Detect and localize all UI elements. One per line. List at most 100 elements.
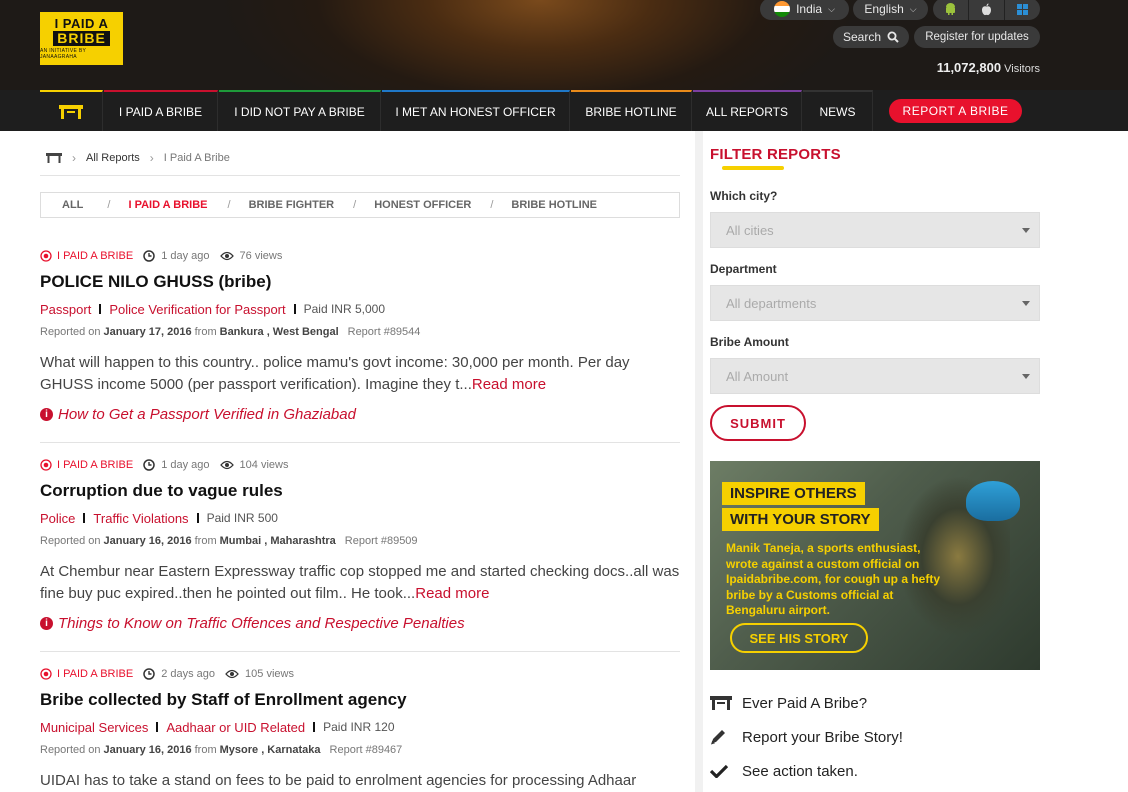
- report-id: Report #89544: [347, 326, 421, 338]
- clock-icon: [143, 459, 155, 471]
- tab-bribe-fighter[interactable]: BRIBE FIGHTER: [249, 199, 335, 211]
- report-category[interactable]: I PAID A BRIBE: [57, 668, 133, 680]
- tab-honest-officer[interactable]: HONEST OFFICER: [374, 199, 471, 211]
- bribe-amount-select[interactable]: All Amount: [710, 358, 1040, 394]
- checkmark-icon: [710, 764, 728, 778]
- caret-down-icon: [1022, 228, 1030, 233]
- report-divider: [40, 442, 680, 443]
- home-icon[interactable]: [46, 152, 62, 163]
- breadcrumb-all-reports[interactable]: All Reports: [86, 152, 140, 164]
- chevron-right-icon: ›: [72, 150, 76, 165]
- logo-tagline: AN INITIATIVE BY JANAAGRAHA: [40, 48, 87, 60]
- report-category[interactable]: I PAID A BRIBE: [57, 250, 133, 262]
- tab-all[interactable]: ALL: [62, 199, 83, 211]
- from-label: from: [194, 535, 217, 547]
- tab-bribe-hotline[interactable]: BRIBE HOTLINE: [511, 199, 597, 211]
- site-header: I PAID A BRIBE AN INITIATIVE BY JANAAGRA…: [0, 0, 1128, 90]
- report-title[interactable]: POLICE NILO GHUSS (bribe): [40, 272, 680, 292]
- site-logo[interactable]: I PAID A BRIBE AN INITIATIVE BY JANAAGRA…: [40, 12, 123, 65]
- report-excerpt-text: UIDAI has to take a stand on fees to be …: [40, 772, 637, 789]
- guide-link[interactable]: i Things to Know on Traffic Offences and…: [40, 615, 680, 632]
- search-button[interactable]: Search: [833, 26, 909, 48]
- clock-icon: [143, 668, 155, 680]
- cta-ever-paid[interactable]: Ever Paid A Bribe?: [710, 692, 1040, 714]
- tab-separator: /: [227, 199, 231, 211]
- see-his-story-button[interactable]: SEE HIS STORY: [730, 623, 868, 653]
- report-views: 76 views: [239, 250, 283, 262]
- report-excerpt: At Chembur near Eastern Expressway traff…: [40, 561, 680, 605]
- report-date: January 16, 2016: [103, 744, 192, 756]
- report-transaction[interactable]: Aadhaar or UID Related: [166, 720, 305, 735]
- report-date: January 16, 2016: [103, 535, 192, 547]
- tab-i-paid-a-bribe[interactable]: I PAID A BRIBE: [128, 199, 207, 211]
- department-select[interactable]: All departments: [710, 285, 1040, 321]
- report-views: 104 views: [239, 459, 289, 471]
- guide-text: Things to Know on Traffic Offences and R…: [58, 615, 465, 632]
- report-department[interactable]: Passport: [40, 302, 91, 317]
- tab-separator: /: [107, 199, 111, 211]
- nav-bribe-hotline[interactable]: BRIBE HOTLINE: [571, 90, 692, 131]
- report-amount: Paid INR 120: [323, 720, 395, 734]
- filter-reports-title: FILTER REPORTS: [710, 146, 841, 163]
- bribe-amount-label: Bribe Amount: [710, 335, 789, 349]
- report-details: Reported on January 16, 2016 from Mumbai…: [40, 534, 680, 548]
- report-details: Reported on January 16, 2016 from Mysore…: [40, 743, 680, 757]
- eye-icon: [219, 251, 234, 261]
- clock-icon: [143, 250, 155, 262]
- report-department[interactable]: Municipal Services: [40, 720, 148, 735]
- report-excerpt-text: At Chembur near Eastern Expressway traff…: [40, 563, 680, 602]
- register-button[interactable]: Register for updates: [914, 26, 1040, 48]
- search-label: Search: [842, 30, 882, 44]
- report-department[interactable]: Police: [40, 511, 75, 526]
- nav-honest-officer[interactable]: I MET AN HONEST OFFICER: [382, 90, 570, 131]
- language-label: English: [864, 2, 904, 16]
- nav-all-reports[interactable]: ALL REPORTS: [693, 90, 802, 131]
- read-more-link[interactable]: Read more: [415, 585, 489, 602]
- report-title[interactable]: Bribe collected by Staff of Enrollment a…: [40, 690, 680, 710]
- chevron-down-icon: ⌵: [909, 3, 917, 14]
- report-title[interactable]: Corruption due to vague rules: [40, 481, 680, 501]
- cta-ever-paid-label: Ever Paid A Bribe?: [742, 694, 868, 712]
- city-select[interactable]: All cities: [710, 212, 1040, 248]
- report-amount: Paid INR 5,000: [303, 302, 386, 316]
- nav-news[interactable]: NEWS: [803, 90, 873, 131]
- report-card: I PAID A BRIBE 1 day ago 104 views Corru…: [40, 458, 680, 632]
- visitor-counter: 11,072,800 Visitors: [900, 60, 1040, 75]
- country-selector[interactable]: India ⌵: [760, 0, 849, 20]
- read-more-link[interactable]: Read more: [472, 376, 546, 393]
- report-location: Bankura , West Bengal: [219, 326, 339, 338]
- report-meta: I PAID A BRIBE 1 day ago 104 views: [40, 458, 680, 472]
- city-label: Which city?: [710, 189, 778, 203]
- bribe-table-icon: [710, 696, 732, 710]
- bribe-category-icon: [40, 668, 52, 680]
- report-category[interactable]: I PAID A BRIBE: [57, 459, 133, 471]
- android-icon[interactable]: [933, 0, 969, 20]
- nav-i-paid-a-bribe[interactable]: I PAID A BRIBE: [104, 90, 218, 131]
- report-a-bribe-button[interactable]: REPORT A BRIBE: [889, 99, 1022, 123]
- language-selector[interactable]: English ⌵: [853, 0, 928, 20]
- nav-home[interactable]: [40, 90, 103, 131]
- report-transaction[interactable]: Traffic Violations: [93, 511, 188, 526]
- tab-separator: /: [490, 199, 494, 211]
- windows-icon[interactable]: [1005, 0, 1040, 20]
- report-transaction[interactable]: Police Verification for Passport: [109, 302, 285, 317]
- department-label: Department: [710, 262, 777, 276]
- promo-banner[interactable]: INSPIRE OTHERS WITH YOUR STORY Manik Tan…: [710, 461, 1040, 670]
- tab-separator: /: [353, 199, 357, 211]
- logo-line2: BRIBE: [53, 31, 110, 46]
- title-underline: [722, 166, 784, 170]
- country-label: India: [796, 2, 823, 16]
- report-amount: Paid INR 500: [206, 511, 278, 525]
- cta-report-story[interactable]: Report your Bribe Story!: [710, 726, 1040, 748]
- caret-down-icon: [1022, 301, 1030, 306]
- report-time: 1 day ago: [161, 250, 210, 262]
- nav-i-did-not-pay[interactable]: I DID NOT PAY A BRIBE: [219, 90, 381, 131]
- breadcrumb-current: I Paid A Bribe: [163, 151, 230, 164]
- apple-icon[interactable]: [969, 0, 1005, 20]
- home-icon: [59, 104, 83, 119]
- report-excerpt: What will happen to this country.. polic…: [40, 352, 680, 396]
- submit-button[interactable]: SUBMIT: [710, 405, 806, 441]
- cta-report-story-label: Report your Bribe Story!: [742, 728, 903, 746]
- guide-link[interactable]: i How to Get a Passport Verified in Ghaz…: [40, 406, 680, 423]
- cta-action-taken[interactable]: See action taken.: [710, 760, 1040, 782]
